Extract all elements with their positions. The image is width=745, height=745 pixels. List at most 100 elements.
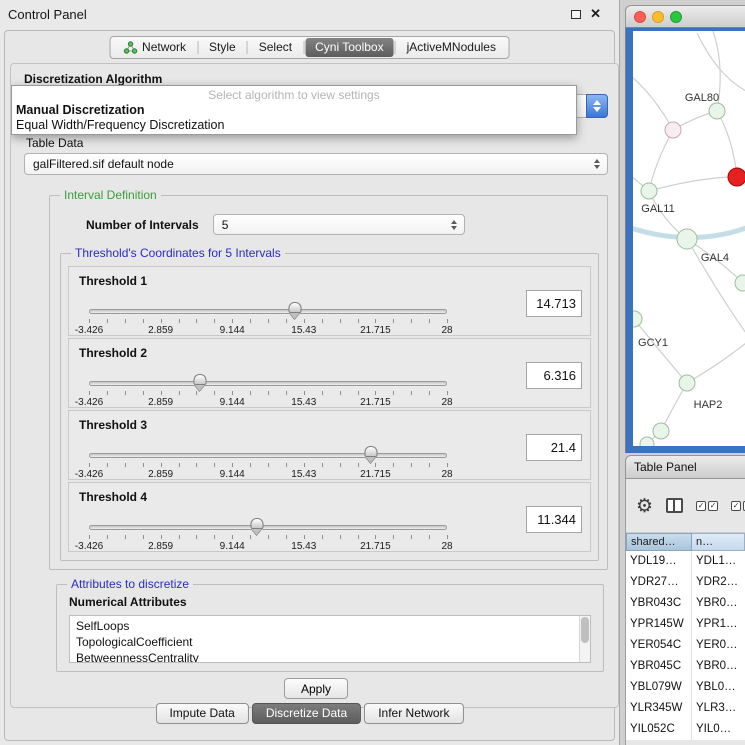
- table-row[interactable]: YIL052CYIL0…: [626, 719, 745, 740]
- list-item[interactable]: TopologicalCoefficient: [76, 634, 576, 650]
- slider-ticks: [89, 319, 447, 323]
- table-row[interactable]: YBR045CYBR0…: [626, 656, 745, 677]
- columns-icon[interactable]: [666, 498, 683, 513]
- list-item[interactable]: SelfLoops: [76, 618, 576, 634]
- table-cell[interactable]: YPR145W: [626, 614, 692, 635]
- float-window-icon[interactable]: [571, 10, 581, 19]
- number-of-intervals-value: 5: [222, 218, 229, 232]
- table-row[interactable]: YPR145WYPR1…: [626, 614, 745, 635]
- table-row[interactable]: YBL079WYBL0…: [626, 677, 745, 698]
- slider-track[interactable]: [89, 453, 447, 458]
- popup-option-equal-width[interactable]: Equal Width/Frequency Discretization: [12, 118, 576, 133]
- table-cell[interactable]: YDL1…: [692, 551, 745, 572]
- threshold-value-input[interactable]: [526, 290, 582, 317]
- minimize-button[interactable]: [652, 11, 664, 23]
- table-cell[interactable]: YIL052C: [626, 719, 692, 740]
- table-cell[interactable]: YLR345W: [626, 698, 692, 719]
- tab-impute-data[interactable]: Impute Data: [155, 703, 248, 724]
- table-panel-titlebar[interactable]: Table Panel: [625, 455, 745, 479]
- threshold-panel: Threshold 3 -3.426 2.859 9.144 15.43: [68, 410, 591, 480]
- tab-select[interactable]: Select: [249, 38, 302, 57]
- control-panel-titlebar[interactable]: Control Panel ✕: [0, 0, 619, 28]
- close-window-icon[interactable]: ✕: [590, 8, 601, 20]
- slider-thumb[interactable]: [251, 518, 264, 529]
- scrollbar[interactable]: [579, 616, 590, 662]
- slider-track[interactable]: [89, 525, 447, 530]
- threshold-panel: Threshold 4 -3.426 2.859 9.144 15.43: [68, 482, 591, 552]
- table-cell[interactable]: YDR27…: [626, 572, 692, 593]
- network-node[interactable]: [709, 103, 725, 119]
- network-node[interactable]: [640, 437, 654, 446]
- tab-separator: [303, 41, 304, 54]
- popup-option-manual-discretization[interactable]: Manual Discretization: [12, 103, 576, 118]
- tab-discretize-data[interactable]: Discretize Data: [252, 703, 361, 724]
- dropdown-button-icon[interactable]: [586, 94, 608, 118]
- tab-infer-network[interactable]: Infer Network: [364, 703, 463, 724]
- network-node[interactable]: [677, 229, 697, 249]
- close-button[interactable]: [634, 11, 646, 23]
- tab-style[interactable]: Style: [199, 38, 246, 57]
- threshold-value-input[interactable]: [526, 506, 582, 533]
- apply-button[interactable]: Apply: [284, 678, 348, 699]
- tab-jactivemnodules[interactable]: jActiveMNodules: [397, 38, 506, 57]
- table-cell[interactable]: YBR0…: [692, 593, 745, 614]
- column-header-shared-name[interactable]: shared…: [626, 533, 692, 551]
- table-cell[interactable]: YLR3…: [692, 698, 745, 719]
- slider-ticks: [89, 391, 447, 395]
- tab-network[interactable]: Network: [113, 38, 196, 57]
- threshold-slider[interactable]: -3.426 2.859 9.144 15.43 21.715 28: [79, 297, 457, 335]
- table-data-dropdown[interactable]: galFiltered.sif default node: [24, 153, 608, 175]
- table-cell[interactable]: YPR1…: [692, 614, 745, 635]
- table-row[interactable]: YER054CYER0…: [626, 635, 745, 656]
- table-cell[interactable]: YDR2…: [692, 572, 745, 593]
- threshold-value-input[interactable]: [526, 434, 582, 461]
- network-graph: GAL80 GAL11 GAL4 GCY1 HAP2: [633, 31, 745, 446]
- table-cell[interactable]: YBL079W: [626, 677, 692, 698]
- network-canvas[interactable]: GAL80 GAL11 GAL4 GCY1 HAP2: [633, 31, 745, 446]
- table-row[interactable]: YBR043CYBR0…: [626, 593, 745, 614]
- table-cell[interactable]: YER0…: [692, 635, 745, 656]
- table-row[interactable]: YLR345WYLR3…: [626, 698, 745, 719]
- deselect-columns-icon[interactable]: ✓ ✓: [731, 501, 745, 511]
- table-cell[interactable]: YDL19…: [626, 551, 692, 572]
- table-cell[interactable]: YBL0…: [692, 677, 745, 698]
- numerical-attributes-list[interactable]: SelfLoops TopologicalCoefficient Between…: [69, 615, 591, 663]
- table-cell[interactable]: YBR043C: [626, 593, 692, 614]
- scale-label: 28: [441, 325, 452, 336]
- table-cell[interactable]: YER054C: [626, 635, 692, 656]
- network-window-titlebar[interactable]: [625, 5, 745, 28]
- network-node-selected[interactable]: [728, 168, 745, 186]
- table-cell[interactable]: YBR0…: [692, 656, 745, 677]
- network-node[interactable]: [653, 423, 669, 439]
- network-node[interactable]: [633, 311, 642, 327]
- table-row[interactable]: YDL19…YDL1…: [626, 551, 745, 572]
- network-node[interactable]: [665, 122, 681, 138]
- column-header-name[interactable]: n…: [692, 533, 745, 551]
- scale-label: 21.715: [360, 469, 391, 480]
- list-item[interactable]: BetweennessCentrality: [76, 650, 576, 663]
- select-columns-icon[interactable]: ✓ ✓: [696, 501, 718, 511]
- network-node[interactable]: [679, 375, 695, 391]
- slider-thumb[interactable]: [365, 446, 378, 457]
- threshold-value-input[interactable]: [526, 362, 582, 389]
- slider-thumb[interactable]: [289, 302, 302, 313]
- table-cell[interactable]: YBR045C: [626, 656, 692, 677]
- threshold-slider[interactable]: -3.426 2.859 9.144 15.43 21.715 28: [79, 369, 457, 407]
- slider-thumb[interactable]: [194, 374, 207, 385]
- slider-track[interactable]: [89, 381, 447, 386]
- number-of-intervals-dropdown[interactable]: 5: [213, 214, 465, 235]
- threshold-label: Threshold 4: [79, 490, 147, 504]
- table-cell[interactable]: YIL0…: [692, 719, 745, 740]
- threshold-slider[interactable]: -3.426 2.859 9.144 15.43 21.715 28: [79, 513, 457, 551]
- tab-cyni-toolbox[interactable]: Cyni Toolbox: [305, 38, 393, 57]
- slider-track[interactable]: [89, 309, 447, 314]
- scale-label: -3.426: [75, 397, 103, 408]
- gear-icon[interactable]: ⚙: [636, 496, 653, 516]
- network-node[interactable]: [641, 183, 657, 199]
- threshold-label: Threshold 3: [79, 418, 147, 432]
- zoom-button[interactable]: [670, 11, 682, 23]
- table-row[interactable]: YDR27…YDR2…: [626, 572, 745, 593]
- threshold-slider[interactable]: -3.426 2.859 9.144 15.43 21.715 28: [79, 441, 457, 479]
- scrollbar-thumb[interactable]: [581, 617, 589, 643]
- table-data-label: Table Data: [26, 136, 608, 151]
